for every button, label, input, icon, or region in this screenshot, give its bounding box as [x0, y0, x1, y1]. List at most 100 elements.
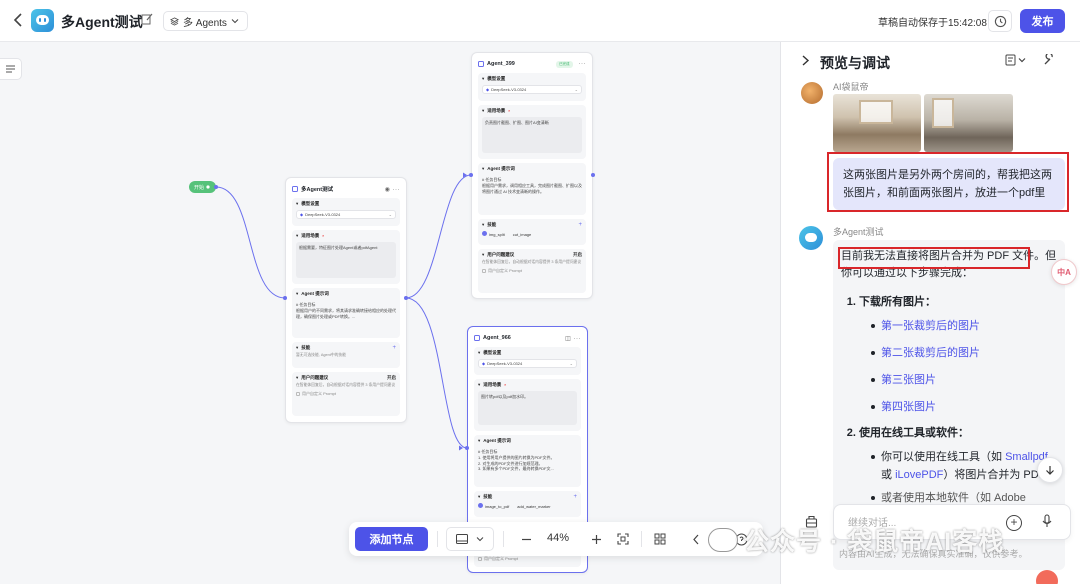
image-link[interactable]: 第三张图片	[881, 374, 936, 386]
highlight-box	[827, 152, 1069, 212]
model-select[interactable]: ◆ DeepSeek-V3-0324 ⌄	[482, 85, 582, 94]
section-title: ▾ 适用场景 *	[296, 233, 325, 239]
fit-view-button[interactable]	[615, 527, 631, 551]
image-links: 第一张裁剪后的图片 第二张裁剪后的图片 第三张图片 第四张图片	[859, 317, 1057, 416]
variables-select[interactable]	[1005, 54, 1027, 69]
more-icon[interactable]: ◉ ···	[385, 186, 400, 193]
scenario-section: ▾ 适用场景 * 图片转pdf以及pdf加水印。	[474, 379, 581, 431]
model-settings-section: ▾ 模型设置 ◆ DeepSeek-V3-0324 ⌄	[478, 73, 586, 101]
zoom-out-button[interactable]	[519, 527, 533, 551]
custom-prompt-checkbox[interactable]: 用户自定义 Prompt	[478, 556, 577, 562]
skills-hint: 暂无可选技能, Agent中的技能	[296, 353, 347, 357]
skills-list: img_split cut_image	[482, 231, 582, 237]
main-node-in-port[interactable]	[283, 296, 287, 300]
top-bar: 多Agent测试 多 Agents 草稿自动保存于15:42:08 发布	[0, 0, 1080, 42]
chevron-down-icon: ⌄	[388, 212, 392, 217]
scenario-text[interactable]: 负责图片截图、扩图、图片AI变清晰	[482, 117, 582, 153]
floating-assistant-icon[interactable]	[1036, 570, 1058, 584]
suggestions-section: ▾ 用户问题建议 开启 在智能体回复后，自动根据对话内容提供 3 条用户提问建议 …	[292, 372, 400, 416]
main-node-out-port[interactable]	[404, 296, 408, 300]
agent-399-out-port[interactable]	[591, 173, 595, 177]
outline-toggle-button[interactable]	[0, 58, 22, 80]
list-icon	[6, 65, 15, 73]
agent-399-node[interactable]: Agent_399 已完成 ··· ▾ 模型设置 ◆ DeepSeek-V3-03…	[471, 52, 593, 299]
canvas-toolbar: 添加节点 44%	[349, 522, 763, 556]
add-skill-icon[interactable]: +	[573, 494, 577, 500]
suggestions-toggle[interactable]: 开启	[387, 375, 396, 381]
section-title: ▾ 适用场景 *	[478, 382, 507, 388]
agents-mode-select[interactable]: 多 Agents	[163, 11, 248, 31]
history-icon	[994, 15, 1006, 27]
agent-399-in-port[interactable]	[469, 173, 473, 177]
add-skill-icon[interactable]: +	[392, 345, 396, 351]
room-photo-2[interactable]	[924, 94, 1013, 152]
section-title: ▾ 模型设置	[296, 201, 320, 206]
section-title: ▾ Agent 提示词	[296, 291, 329, 296]
suggestions-text: 在智能体回复后，自动根据对话内容提供 3 条用户提问建议	[482, 260, 582, 264]
skill-item[interactable]: add_water_marker	[517, 504, 550, 509]
bot-avatar	[799, 226, 823, 250]
publish-button[interactable]: 发布	[1020, 9, 1065, 33]
scenario-text[interactable]: 图片转pdf以及pdf加水印。	[478, 391, 577, 425]
divider	[437, 531, 438, 547]
more-icon[interactable]: ◫ ···	[565, 335, 581, 342]
add-attachment-icon[interactable]: +	[1006, 515, 1022, 531]
main-agent-node[interactable]: 多Agent测试 ◉ ··· ▾ 模型设置 ◆ DeepSeek-V3-0324 ⌄…	[285, 177, 407, 423]
watermark: 公众号 · 袋鼠帝AI客栈	[708, 522, 1004, 558]
chevron-down-icon: ⌄	[574, 87, 578, 92]
room-photo-1[interactable]	[833, 94, 921, 152]
translate-icon[interactable]: 中A	[1051, 259, 1077, 285]
collapse-button[interactable]	[689, 527, 703, 551]
image-link[interactable]: 第一张裁剪后的图片	[881, 320, 980, 332]
minimap-toggle-button[interactable]	[446, 527, 494, 551]
scroll-down-button[interactable]	[1037, 457, 1063, 483]
zoom-level: 44%	[547, 532, 570, 544]
model-select[interactable]: ◆ DeepSeek-V3-0324 ⌄	[296, 210, 396, 219]
agent-966-in-port[interactable]	[465, 446, 469, 450]
zoom-in-button[interactable]	[589, 527, 603, 551]
back-arrow-icon[interactable]	[10, 11, 28, 29]
panel-header: 预览与调试	[781, 42, 1080, 82]
scenario-text[interactable]: 根据需要，特征图片处理Agent或者pdfAgent	[296, 242, 396, 278]
image-link[interactable]: 第二张裁剪后的图片	[881, 347, 980, 359]
app-logo	[31, 9, 54, 32]
add-skill-icon[interactable]: +	[578, 222, 582, 228]
section-title: ▾ 用户问题建议 开启	[482, 252, 582, 258]
agent-prompt-text[interactable]: # 任务目标 1. 使用将用户提供的图片转换为PDF文件。 2. 对生成的PDF…	[478, 447, 577, 481]
model-settings-section: ▾ 模型设置 ◆ DeepSeek-V3-0324 ⌄	[474, 347, 581, 375]
skills-section: ▾ 技能 + img_split cut_image	[478, 219, 586, 245]
chevron-down-icon	[231, 19, 239, 24]
skill-item[interactable]: img_split	[482, 231, 505, 237]
chevron-down-icon: ⌄	[569, 361, 573, 366]
node-title: Agent_966	[483, 335, 511, 341]
node-title: Agent_399	[487, 61, 515, 67]
watermark-text: 公众号 · 袋鼠帝AI客栈	[744, 528, 1005, 556]
agent-node-icon	[474, 335, 480, 341]
section-title: ▾ 用户问题建议 开启	[296, 375, 396, 381]
history-button[interactable]	[988, 10, 1012, 32]
settings-wrench-icon[interactable]	[1043, 52, 1055, 69]
grid-icon	[654, 533, 666, 545]
suggestions-section: ▾ 用户问题建议 开启 在智能体回复后，自动根据对话内容提供 3 条用户提问建议 …	[478, 249, 586, 293]
section-title: ▾ Agent 提示词	[482, 166, 515, 171]
skills-list: image_to_pdf add_water_marker	[478, 503, 577, 509]
image-link[interactable]: 第四张图片	[881, 401, 936, 413]
chevron-right-icon[interactable]	[801, 55, 810, 69]
skill-item[interactable]: cut_image	[513, 232, 531, 237]
start-node-port[interactable]	[214, 185, 218, 189]
agent-prompt-text[interactable]: # 任务目标 根据用户需求，调用相应工具，完成图片截图、扩图以及将图片通过 AI…	[482, 175, 582, 209]
add-node-button[interactable]: 添加节点	[355, 527, 428, 551]
model-select[interactable]: ◆ DeepSeek-V3-0324 ⌄	[478, 359, 577, 368]
custom-prompt-checkbox[interactable]: 用户自定义 Prompt	[482, 268, 582, 274]
suggestions-toggle[interactable]: 开启	[573, 252, 582, 258]
plus-icon	[591, 534, 601, 544]
layout-button[interactable]	[652, 527, 668, 551]
edit-icon[interactable]	[141, 13, 155, 27]
microphone-icon[interactable]	[1042, 514, 1052, 531]
ilovepdf-link[interactable]: iLovePDF	[895, 469, 943, 481]
more-icon[interactable]: ···	[579, 61, 587, 67]
agent-prompt-text[interactable]: # 任务目标 根据用户的不同需求，将其请求准确转接给相应的处理代理，确保图片处理…	[296, 300, 396, 332]
start-node[interactable]: 开始	[189, 181, 216, 193]
custom-prompt-checkbox[interactable]: 用户自定义 Prompt	[296, 391, 396, 397]
skill-item[interactable]: image_to_pdf	[478, 503, 509, 509]
